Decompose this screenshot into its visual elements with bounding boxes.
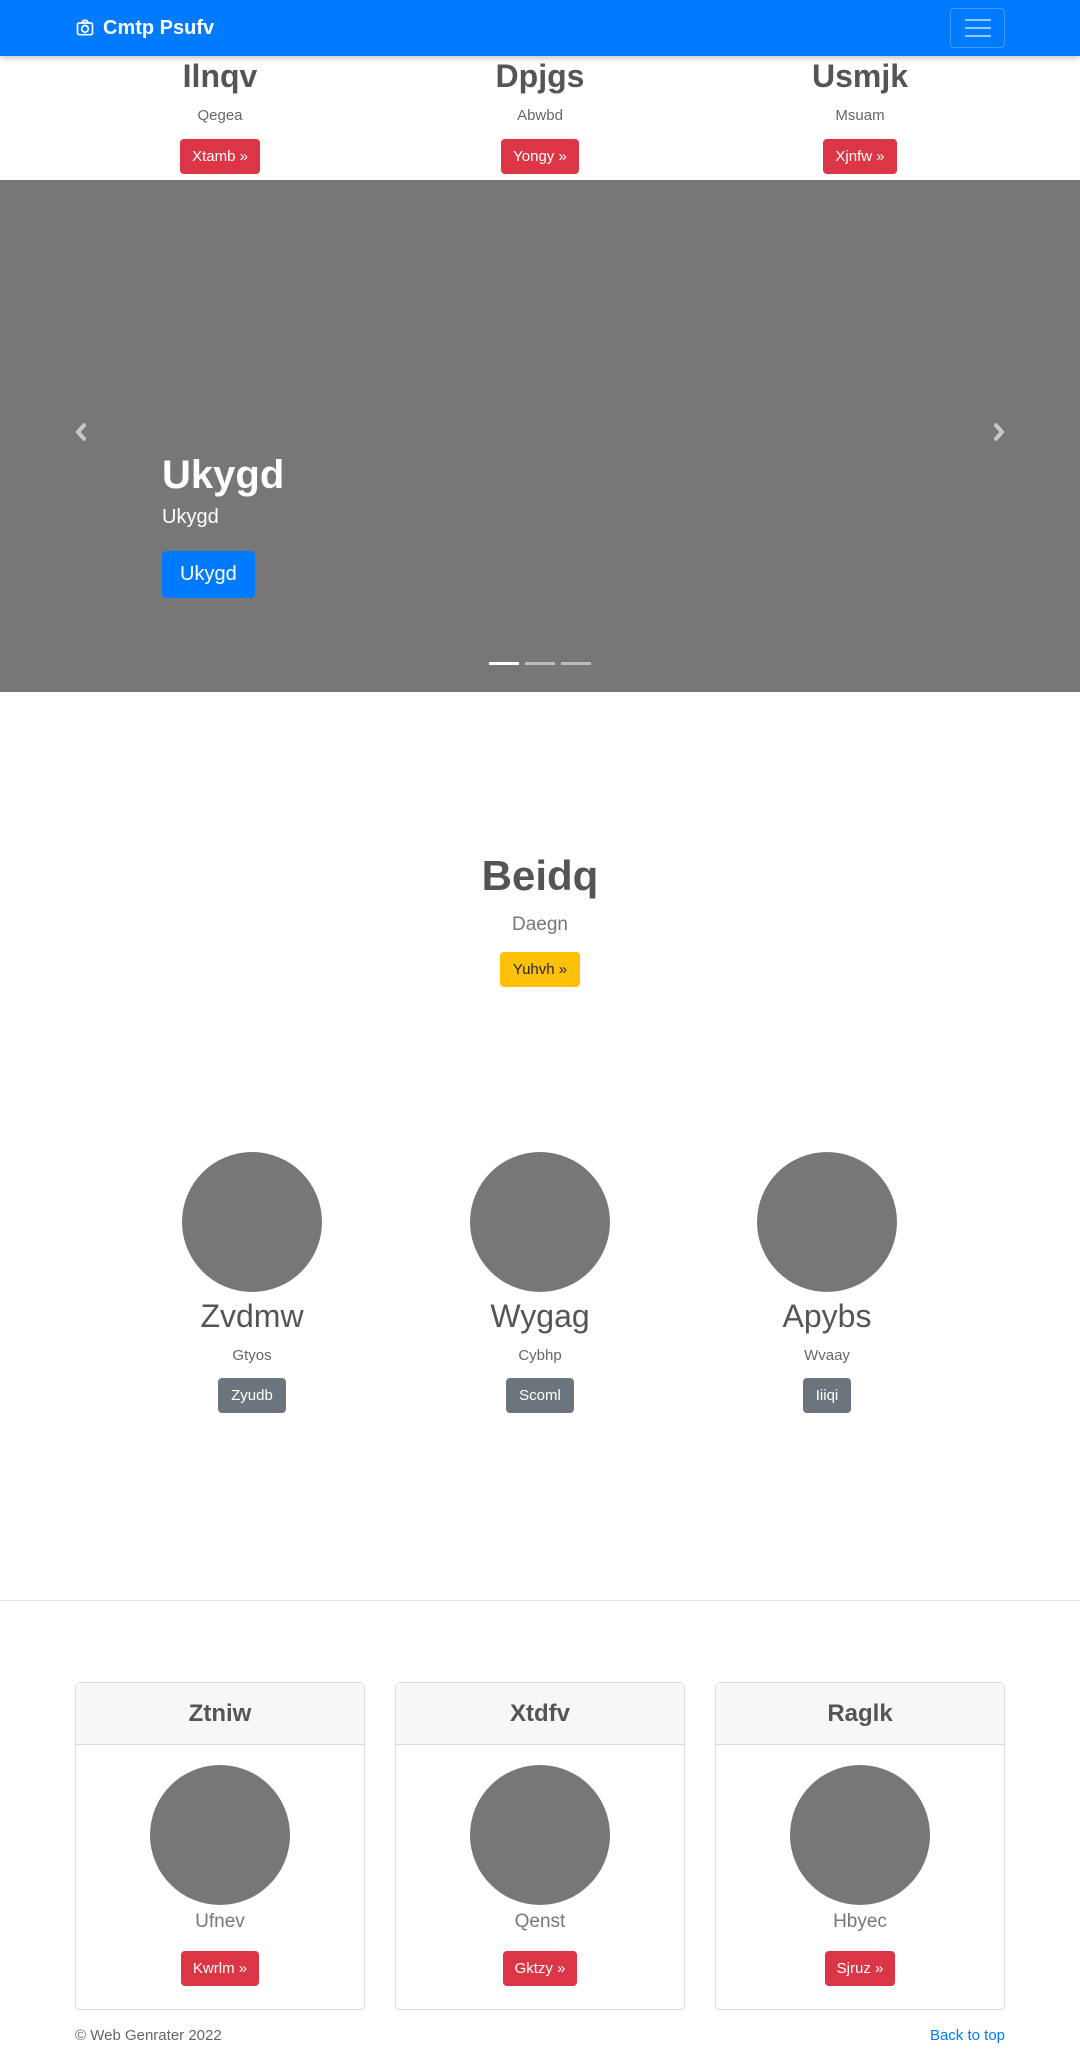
carousel-button[interactable]: Ukygd [162,551,255,598]
carousel-title: Ukygd [162,453,285,497]
card-header: Raglk [716,1683,1004,1745]
carousel-caption: Ukygd Ukygd Ukygd [162,453,284,598]
copyright-text: © Web Genrater 2022 [75,2027,222,2044]
card-button[interactable]: Gktzy » [502,1951,578,1986]
card-header: Ztniw [76,1683,364,1745]
card: Ztniw Ufnev Kwrlm » [75,1682,365,2010]
top-column: Ilnqv Qegea Xtamb » [70,56,370,174]
carousel-prev-button[interactable] [70,420,94,444]
featured-text: Daegn [512,914,568,935]
featured-title: Beidq [481,852,599,899]
brand-link[interactable]: Cmtp Psufv [75,0,214,56]
circle-feature-text: Cybhp [518,1347,562,1364]
card: Raglk Hbyec Sjruz » [715,1682,1005,2010]
top-column-title: Dpjgs [495,58,585,94]
navbar: Cmtp Psufv [0,0,1080,56]
circle-feature-button[interactable]: Scoml [506,1378,574,1413]
circle-feature-title: Wygag [490,1298,590,1334]
carousel-indicator[interactable] [525,662,555,665]
placeholder-image [182,1152,322,1292]
card-button[interactable]: Kwrlm » [180,1951,260,1986]
chevron-right-icon [993,422,1005,442]
chevron-left-icon [75,422,87,442]
top-column-button[interactable]: Yongy » [501,139,579,174]
circle-feature-text: Wvaay [804,1347,850,1364]
carousel: Ukygd Ukygd Ukygd [0,180,1080,692]
top-column-title: Ilnqv [182,58,258,94]
top-column-title: Usmjk [811,58,909,94]
carousel-indicators [489,662,591,665]
circle-feature: Wygag Cybhp Scoml [430,1152,650,1413]
circle-feature-title: Apybs [782,1298,872,1334]
top-column-text: Abwbd [517,107,563,124]
placeholder-image [150,1765,290,1905]
top-marketing-row: Ilnqv Qegea Xtamb » Dpjgs Abwbd Yongy » … [0,56,1080,180]
circle-feature: Zvdmw Gtyos Zyudb [142,1152,362,1413]
circle-feature: Apybs Wvaay Iiiqi [717,1152,937,1413]
circle-feature-text: Gtyos [232,1347,272,1364]
top-column-text: Msuam [835,107,885,124]
card-button[interactable]: Sjruz » [824,1951,896,1986]
placeholder-image [757,1152,897,1292]
carousel-subtitle: Ukygd [162,506,219,528]
carousel-indicator[interactable] [561,662,591,665]
featured-button[interactable]: Yuhvh » [499,952,581,987]
back-to-top-link[interactable]: Back to top [930,2027,1005,2044]
placeholder-image [790,1765,930,1905]
circle-feature-button[interactable]: Zyudb [218,1378,286,1413]
circle-feature-button[interactable]: Iiiqi [802,1378,852,1413]
placeholder-image [470,1765,610,1905]
brand-name: Cmtp Psufv [103,16,215,39]
top-column-button[interactable]: Xjnfw » [823,139,897,174]
section-divider [0,1600,1080,1601]
top-column-text: Qegea [197,107,243,124]
card-text: Hbyec [833,1911,887,1932]
top-column-button[interactable]: Xtamb » [180,139,260,174]
top-column: Usmjk Msuam Xjnfw » [710,56,1010,174]
camera-icon [76,19,94,36]
navbar-toggler-button[interactable] [950,8,1005,48]
carousel-next-button[interactable] [986,420,1010,444]
card-header: Xtdfv [396,1683,684,1745]
circle-feature-title: Zvdmw [200,1298,304,1334]
footer: © Web Genrater 2022 Back to top [75,2027,1005,2049]
top-column: Dpjgs Abwbd Yongy » [390,56,690,174]
card: Xtdfv Qenst Gktzy » [395,1682,685,2010]
card-text: Ufnev [195,1911,245,1932]
carousel-indicator[interactable] [489,662,519,665]
placeholder-image [470,1152,610,1292]
featured-section: Beidq Daegn Yuhvh » [0,852,1080,987]
hamburger-icon [964,19,991,21]
card-text: Qenst [514,1911,566,1932]
